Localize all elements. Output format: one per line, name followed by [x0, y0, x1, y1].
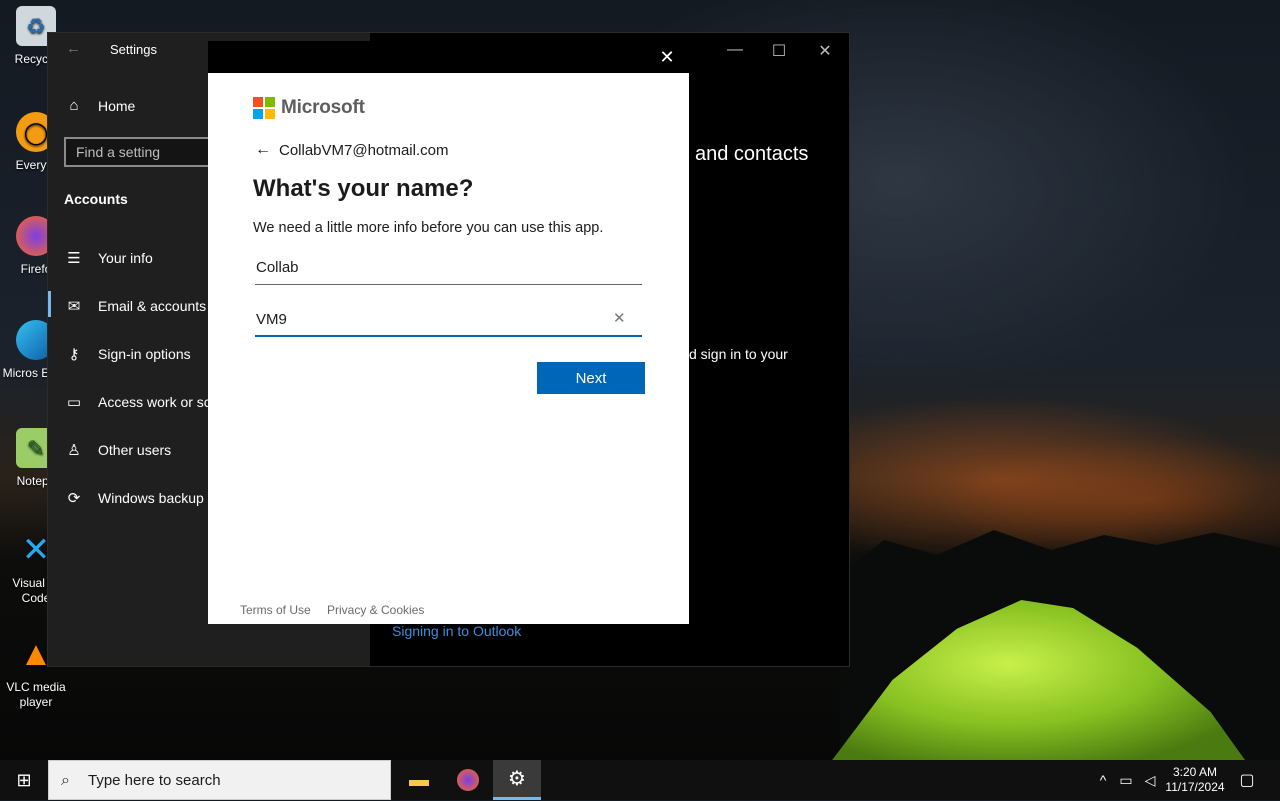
settings-title: Settings: [110, 42, 157, 57]
sidebar-item-email-accounts[interactable]: ✉ Email & accounts: [64, 297, 206, 315]
last-name-field[interactable]: [255, 303, 642, 337]
taskbar-search[interactable]: ⌕ Type here to search: [48, 760, 391, 800]
person-card-icon: ☰: [67, 250, 81, 267]
outlook-help-link[interactable]: Signing in to Outlook: [392, 623, 521, 639]
section-title: Accounts: [64, 191, 128, 207]
taskbar: ⊞ ⌕ Type here to search ▬ ⚙ ^ ▭ ◁ 3:20 A…: [0, 760, 1280, 800]
maximize-icon[interactable]: ☐: [769, 41, 789, 61]
terms-link[interactable]: Terms of Use: [240, 603, 311, 617]
page-title: What's your name?: [253, 175, 474, 202]
sidebar-item-label: Other users: [98, 442, 172, 458]
account-back-button[interactable]: ← CollabVM7@hotmail.com: [255, 141, 448, 159]
taskbar-settings[interactable]: ⚙: [493, 760, 541, 800]
account-email: CollabVM7@hotmail.com: [279, 141, 449, 159]
microsoft-logo-icon: [253, 97, 275, 119]
ms-account-dialog: ✕ Microsoft ← CollabVM7@hotmail.com What…: [208, 41, 689, 624]
back-arrow-icon[interactable]: ←: [66, 40, 81, 57]
mail-icon: ✉: [67, 298, 81, 315]
sidebar-item-label: Your info: [98, 250, 153, 266]
page-subtitle: We need a little more info before you ca…: [253, 220, 604, 236]
clock-time: 3:20 AM: [1172, 765, 1218, 779]
clock[interactable]: 3:20 AM 11/17/2024: [1162, 760, 1228, 800]
folder-icon: ▬: [409, 768, 429, 791]
selected-indicator: [48, 291, 51, 317]
action-center-icon[interactable]: ▢: [1234, 760, 1260, 800]
nav-home-label: Home: [98, 97, 136, 114]
sidebar-item-windows-backup[interactable]: ⟳ Windows backup: [64, 489, 204, 507]
privacy-link[interactable]: Privacy & Cookies: [327, 603, 424, 617]
start-button[interactable]: ⊞: [0, 760, 48, 800]
nav-home[interactable]: ⌂ Home: [64, 97, 135, 114]
close-window-icon[interactable]: ✕: [815, 41, 835, 61]
home-icon: ⌂: [69, 97, 79, 114]
content-text: d sign in to your: [689, 346, 788, 362]
taskbar-file-explorer[interactable]: ▬: [395, 760, 443, 800]
clear-field-icon[interactable]: ✕: [613, 309, 626, 327]
dialog-titlebar: [208, 41, 689, 73]
content-heading: and contacts: [695, 143, 809, 165]
sidebar-item-your-info[interactable]: ☰ Your info: [64, 249, 153, 267]
close-icon[interactable]: ✕: [657, 46, 677, 68]
next-button[interactable]: Next: [537, 362, 645, 394]
sidebar-item-sign-in-options[interactable]: ⚷ Sign-in options: [64, 345, 191, 363]
firefox-icon: [457, 769, 479, 791]
sidebar-item-label: Access work or scl: [98, 394, 214, 410]
taskbar-firefox[interactable]: [444, 760, 492, 800]
volume-muted-icon[interactable]: ◁: [1140, 760, 1160, 800]
back-arrow-icon: ←: [255, 141, 271, 158]
sidebar-item-other-users[interactable]: ♙ Other users: [64, 441, 171, 459]
minimize-icon[interactable]: —: [725, 41, 745, 59]
sync-icon: ⟳: [67, 490, 81, 507]
first-name-field[interactable]: [255, 251, 642, 285]
briefcase-icon: ▭: [66, 394, 82, 411]
sidebar-item-label: Sign-in options: [98, 346, 191, 362]
network-icon[interactable]: ▭: [1116, 760, 1136, 800]
gear-icon: ⚙: [508, 768, 526, 790]
tray-overflow-chevron-icon[interactable]: ^: [1094, 760, 1112, 800]
search-icon: ⌕: [61, 772, 70, 789]
person-add-icon: ♙: [67, 442, 81, 459]
sidebar-item-access-work[interactable]: ▭ Access work or scl: [64, 393, 214, 411]
taskbar-search-placeholder: Type here to search: [88, 772, 221, 789]
brand-name: Microsoft: [281, 97, 365, 118]
desktop-icon-label: VLC media player: [6, 680, 66, 709]
sidebar-item-label: Email & accounts: [98, 298, 207, 314]
windows-logo-icon: ⊞: [16, 769, 32, 790]
key-icon: ⚷: [68, 346, 80, 363]
sidebar-item-label: Windows backup: [98, 490, 204, 506]
clock-date: 11/17/2024: [1165, 780, 1225, 794]
